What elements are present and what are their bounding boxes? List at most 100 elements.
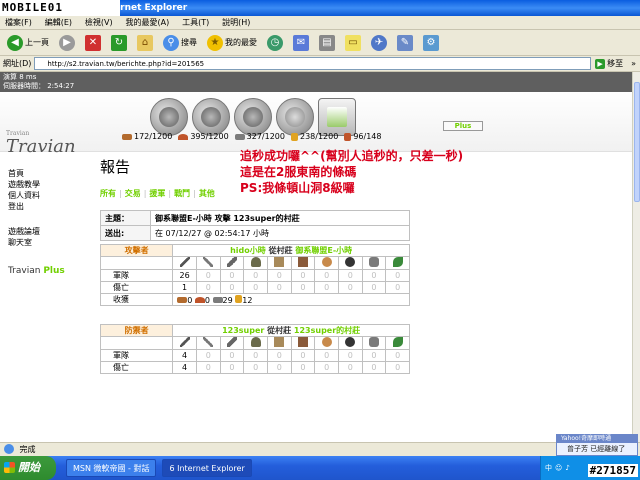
village-overview-icon[interactable]: [150, 98, 188, 136]
settler-icon: [392, 257, 403, 267]
axeman-icon: [226, 257, 237, 267]
mail-button[interactable]: ✉: [290, 33, 312, 53]
research-icon: ✎: [397, 34, 413, 51]
tools-button[interactable]: ⚙: [420, 33, 442, 53]
vertical-scrollbar[interactable]: [632, 72, 640, 442]
favorites-button[interactable]: ★ 我的最愛: [204, 33, 260, 53]
attacker-loss-count: 0: [314, 281, 339, 294]
resource-wood: 172/1200: [122, 132, 172, 141]
defender-troops-row: 軍隊 4 0 0 0 0 0 0 0 0 0: [99, 349, 410, 362]
defender-loss-count: 0: [385, 361, 410, 374]
home-icon: ⌂: [137, 34, 153, 51]
scrollbar-thumb[interactable]: [634, 82, 640, 202]
nav-chat[interactable]: 聊天室: [8, 237, 78, 248]
nav-travian-plus[interactable]: Travian Plus: [8, 266, 78, 277]
defender-troop-count: 4: [172, 349, 197, 362]
resource-crop: 238/1200: [290, 132, 338, 141]
taskbar-item-ie[interactable]: 6 Internet Explorer: [162, 459, 252, 477]
messenger-notification[interactable]: Yahoo!奇摩即時通 曾子芳 已經離線了: [556, 434, 638, 456]
research-button[interactable]: ✎: [394, 33, 416, 53]
defender-player[interactable]: 123super: [222, 326, 264, 335]
nav-forum[interactable]: 遊戲論壇: [8, 226, 78, 237]
bounty-crop: 12: [242, 295, 253, 305]
nav-home[interactable]: 首頁: [8, 168, 78, 179]
taskbar-item-msn[interactable]: MSN 微軟帝國 - 對話: [66, 459, 157, 477]
clubswinger-icon: [179, 257, 190, 267]
note-line-2: 這是在2服東南的條碼: [240, 165, 357, 179]
defender-village[interactable]: 123super的村莊: [294, 326, 360, 335]
teutonic-knight-icon: [297, 337, 308, 347]
village-center-icon[interactable]: [192, 98, 230, 136]
subject-value: 御系聯盟E-小時 攻擊 123super的村莊: [150, 210, 410, 226]
attacker-player[interactable]: hido小時: [230, 246, 266, 255]
attacker-losses-label: 傷亡: [99, 281, 174, 294]
wood-icon: [122, 133, 132, 140]
defender-troop-count: 0: [219, 349, 245, 362]
address-input[interactable]: http://s2.travian.tw/berichte.php?id=201…: [34, 57, 592, 70]
menu-help[interactable]: 說明(H): [217, 16, 255, 30]
ime-icon[interactable]: 中: [545, 463, 552, 473]
menu-favorites[interactable]: 我的最愛(A): [120, 16, 174, 30]
messenger-button[interactable]: ✈: [368, 33, 390, 53]
plus-button[interactable]: Plus: [443, 121, 483, 131]
tab-all[interactable]: 所有: [100, 189, 116, 198]
render-time: 演算 8 ms: [3, 73, 37, 81]
back-button[interactable]: ◀ 上一頁: [4, 33, 52, 53]
plus-prefix: Travian: [8, 266, 41, 276]
menu-view[interactable]: 檢視(V): [80, 16, 118, 30]
messenger-tray-icon[interactable]: ☺: [555, 464, 562, 472]
print-icon: ▤: [319, 34, 335, 51]
attacker-loss-count: 0: [361, 281, 387, 294]
clubswinger-icon: [179, 337, 190, 347]
history-icon: ◷: [267, 34, 283, 51]
iron-value: 327/1200: [246, 132, 285, 141]
defender-loss-count: 0: [361, 361, 387, 374]
defender-info: 123super 從村莊 123super的村莊: [172, 324, 410, 337]
title-bar: MOBILE01 Internet Explorer: [0, 0, 640, 16]
server-clock: 演算 8 ms 伺服器時間： 2:54:27: [0, 72, 632, 92]
tab-trade[interactable]: 交易: [125, 189, 141, 198]
nav-tutorial[interactable]: 遊戲教學: [8, 179, 78, 190]
attacker-table: 攻擊者 hido小時 從村莊 御系聯盟E-小時 軍隊 26 0 0 0 0 0 …: [99, 244, 410, 306]
back-label: 上一頁: [25, 38, 49, 47]
defender-loss-count: 0: [219, 361, 245, 374]
links-chevron[interactable]: »: [627, 59, 640, 68]
menu-tools[interactable]: 工具(T): [177, 16, 214, 30]
history-button[interactable]: ◷: [264, 33, 286, 53]
edit-button[interactable]: ▭: [342, 33, 364, 53]
attacker-troop-count: 0: [314, 269, 339, 282]
tab-other[interactable]: 其他: [199, 189, 215, 198]
search-label: 搜尋: [181, 38, 197, 47]
attacker-troop-count: 0: [337, 269, 363, 282]
statistics-icon[interactable]: [276, 98, 314, 136]
volume-icon[interactable]: ♪: [565, 464, 569, 472]
attacker-troop-count: 0: [290, 269, 316, 282]
favorites-label: 我的最愛: [225, 38, 257, 47]
defender-troop-count: 0: [314, 349, 339, 362]
travian-logo[interactable]: Travian Travian: [4, 130, 76, 162]
nav-profile[interactable]: 個人資料: [8, 190, 78, 201]
taskbar: 開始 MSN 微軟帝國 - 對話 6 Internet Explorer 中 ☺…: [0, 456, 640, 480]
spearman-icon: [203, 337, 214, 347]
stop-button[interactable]: ✕: [82, 33, 104, 53]
forward-arrow-icon: ▶: [59, 34, 75, 51]
map-icon[interactable]: [234, 98, 272, 136]
print-button[interactable]: ▤: [316, 33, 338, 53]
menu-file[interactable]: 檔案(F): [0, 16, 37, 30]
attacker-village[interactable]: 御系聯盟E-小時: [295, 246, 352, 255]
search-button[interactable]: ⚲ 搜尋: [160, 33, 200, 53]
menu-edit[interactable]: 編輯(E): [40, 16, 77, 30]
forward-button[interactable]: ▶: [56, 33, 78, 53]
refresh-button[interactable]: ↻: [108, 33, 130, 53]
reports-icon[interactable]: [318, 98, 356, 136]
note-line-1: 追秒成功囉^^(幫別人追秒的，只差一秒): [240, 149, 464, 163]
tab-battle[interactable]: 戰鬥: [174, 189, 190, 198]
note-line-3: PS:我條頓山洞8級囉: [240, 181, 355, 195]
go-button[interactable]: ▶ 移至: [591, 58, 627, 69]
start-button[interactable]: 開始: [0, 456, 56, 480]
home-button[interactable]: ⌂: [134, 33, 156, 53]
tab-reinforce[interactable]: 援軍: [149, 189, 165, 198]
toolbar: ◀ 上一頁 ▶ ✕ ↻ ⌂ ⚲ 搜尋 ★ 我的最愛 ◷ ✉ ▤ ▭ ✈ ✎ ⚙: [0, 30, 640, 56]
nav-logout[interactable]: 登出: [8, 201, 78, 212]
attacker-loss-count: 0: [219, 281, 245, 294]
